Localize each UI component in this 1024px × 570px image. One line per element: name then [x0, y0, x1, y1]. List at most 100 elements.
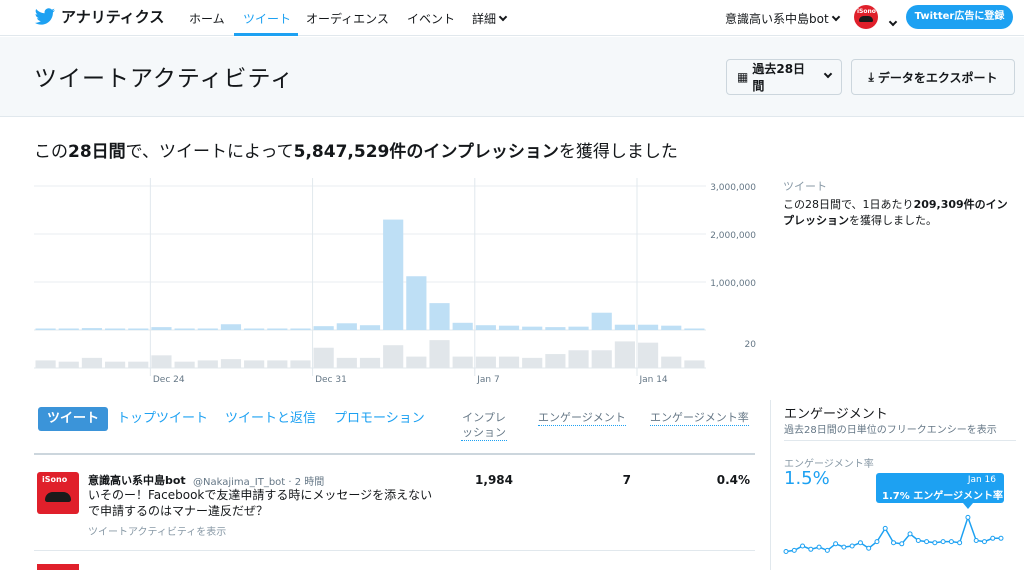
engagement-tooltip: Jan 16 1.7% エンゲージメント率 [876, 473, 1004, 503]
impression-bar [591, 312, 612, 330]
sparkline-point [783, 549, 789, 554]
next-tweet-avatar[interactable] [37, 564, 79, 570]
sparkline-point [907, 531, 913, 537]
sparkline-point [973, 538, 979, 543]
row-divider [34, 550, 755, 551]
impressions-summary: この28日間で、ツイートによって5,847,529件のインプレッションを獲得しま… [34, 137, 678, 162]
twitter-bird-icon [34, 7, 55, 25]
engagement-bar [174, 361, 195, 368]
top-nav: アナリティクス ホーム ツイート オーディエンス イベント 詳細 意識高い系中島… [0, 0, 1024, 36]
engagement-bar [244, 360, 265, 368]
nav-home[interactable]: ホーム [189, 10, 225, 27]
sparkline-point [816, 544, 822, 550]
shoe-icon [859, 16, 873, 22]
avatar[interactable]: iSono [854, 5, 878, 29]
engagement-bar [58, 361, 79, 368]
engagement-bar [545, 354, 566, 368]
engagement-bar [498, 356, 520, 368]
tab-promotions[interactable]: プロモーション [334, 407, 425, 431]
engagement-bar [406, 356, 427, 368]
summary-prefix: この [34, 142, 68, 162]
sparkline-point [800, 543, 806, 549]
engagement-rate-sparkline [783, 514, 1004, 554]
y-tick-label: 2,000,000 [710, 231, 756, 241]
chart-plot-area [34, 178, 706, 368]
sparkline-point [990, 535, 996, 541]
avatar-text: iSono [857, 8, 876, 15]
engagement-rate-value: 1.5% [784, 468, 830, 489]
sparkline-point [924, 539, 930, 545]
nav-events[interactable]: イベント [407, 10, 455, 27]
tweet-author-name[interactable]: 意識高い系中島bot [88, 472, 186, 488]
impression-bar [452, 322, 473, 330]
twitter-ads-signup-button[interactable]: Twitter広告に登録 [906, 5, 1013, 29]
page-header: ツイートアクティビティ ▦ 過去28日間 ⤓ データをエクスポート [0, 37, 1024, 117]
col-impressions[interactable]: インプレッション [461, 410, 507, 441]
table-header-divider [34, 453, 755, 455]
x-tick-label: Jan 7 [476, 375, 499, 385]
tab-tweets[interactable]: ツイート [38, 407, 109, 431]
engagement-bar [128, 361, 149, 368]
shoe-icon [45, 492, 71, 502]
nav-audience[interactable]: オーディエンス [306, 10, 389, 27]
sparkline-point [882, 525, 888, 531]
impression-bar [81, 328, 103, 330]
brand[interactable]: アナリティクス [34, 6, 164, 27]
engagement-bar [313, 347, 334, 368]
chevron-down-icon [831, 12, 840, 22]
sparkline-point [940, 539, 946, 545]
sparkline-point [981, 539, 987, 545]
impression-bar [406, 276, 427, 330]
engagement-bar [267, 360, 288, 368]
sparkline-point [791, 547, 797, 553]
impression-bar [244, 328, 265, 330]
daily-impressions-panel: ツイート この28日間で、1日あたり209,309件のインプレッションを獲得しま… [783, 178, 1015, 229]
y-tick-label: 3,000,000 [710, 183, 756, 193]
sparkline-point [948, 539, 954, 545]
engagement-bar [105, 361, 126, 368]
sparkline-point [808, 546, 814, 552]
x-tick-label: Dec 24 [153, 375, 185, 385]
impression-bar [313, 326, 334, 330]
impression-bar [684, 328, 705, 330]
x-tick-label: Dec 31 [315, 375, 347, 385]
impression-bar [614, 324, 635, 330]
sparkline-point [957, 540, 963, 546]
engagement-divider [784, 440, 1016, 441]
tab-tweets-and-replies[interactable]: ツイートと返信 [225, 407, 316, 431]
side-text-suffix: を獲得しました。 [849, 214, 937, 227]
period-dropdown-button[interactable]: ▦ 過去28日間 [726, 59, 842, 95]
nav-tweets[interactable]: ツイート [243, 10, 291, 27]
impression-bar [220, 324, 242, 330]
side-text: この28日間で、1日あたり209,309件のインプレッションを獲得しました。 [783, 197, 1015, 229]
nav-more[interactable]: 詳細 [472, 10, 508, 27]
side-text-prefix: この28日間で、1日あたり [783, 198, 914, 211]
impression-bar [359, 325, 381, 330]
engagement-bar [452, 356, 473, 368]
impression-bar [174, 328, 195, 330]
sparkline-point [833, 541, 839, 547]
sparkline-point [866, 545, 872, 551]
export-data-button[interactable]: ⤓ データをエクスポート [851, 59, 1015, 95]
nav-active-indicator [234, 33, 298, 36]
avatar-menu-chevron[interactable] [886, 13, 898, 32]
tweet-avatar[interactable]: iSono [37, 472, 79, 514]
engagement-bar [568, 350, 589, 368]
view-tweet-activity-link[interactable]: ツイートアクティビティを表示 [88, 523, 226, 538]
engagement-bar [336, 357, 357, 368]
col-engagement-rate[interactable]: エンゲージメント率 [650, 410, 749, 426]
engagement-bar [637, 342, 659, 368]
account-switcher[interactable]: 意識高い系中島bot [725, 10, 840, 27]
engagement-bar [383, 345, 404, 368]
summary-period: 28日間 [68, 142, 126, 162]
sparkline-point [965, 514, 971, 520]
avatar-text: iSono [42, 475, 68, 484]
impression-bar [58, 328, 79, 330]
impression-bar [498, 325, 520, 330]
tab-top-tweets[interactable]: トップツイート [117, 407, 208, 431]
col-engagements[interactable]: エンゲージメント [538, 410, 626, 426]
calendar-icon: ▦ [737, 70, 749, 84]
tooltip-value: 1.7% エンゲージメント率 [882, 491, 1004, 502]
sparkline-point [932, 540, 938, 546]
impression-bar [336, 323, 357, 330]
